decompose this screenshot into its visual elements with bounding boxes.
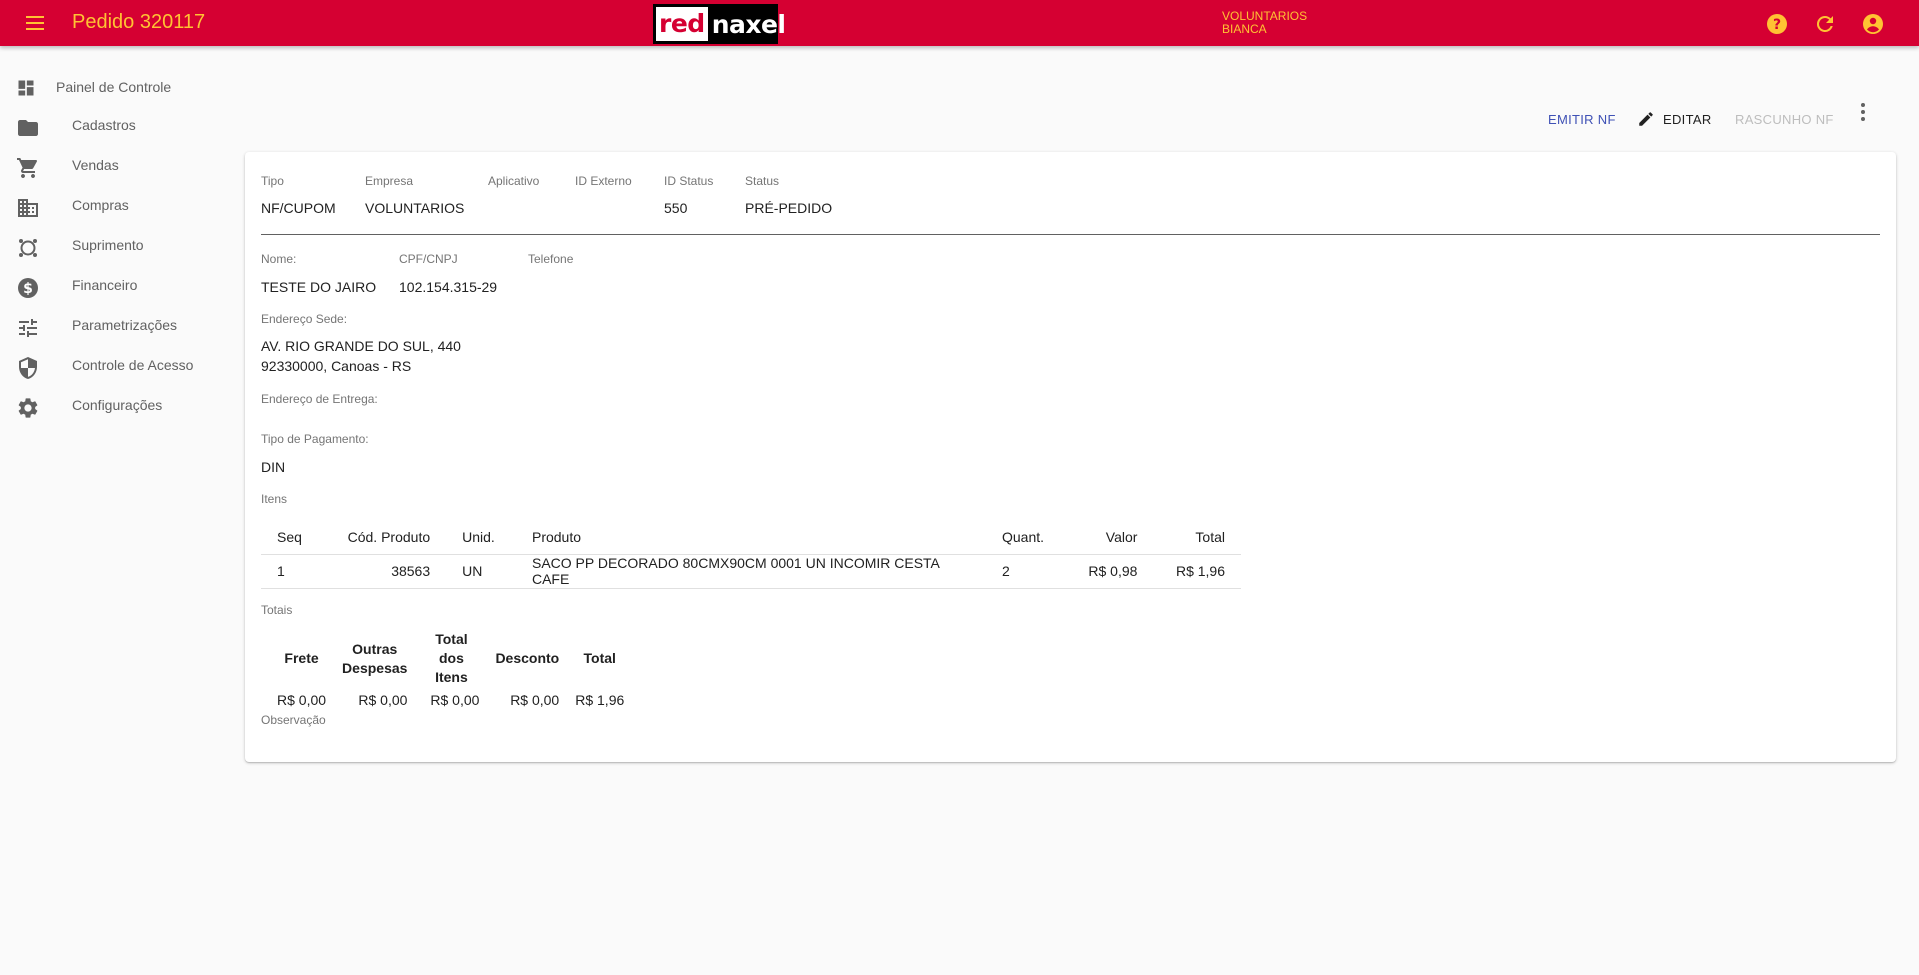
menu-icon[interactable] [22, 13, 48, 33]
edit-button[interactable]: EDITAR [1637, 101, 1712, 137]
totals-row: R$ 0,00 R$ 0,00 R$ 0,00 R$ 0,00 R$ 1,96 [269, 687, 632, 713]
tipo-value: NF/CUPOM [261, 200, 336, 216]
status-label: Status [745, 174, 780, 188]
pencil-icon [1639, 112, 1653, 126]
cell-total: R$ 1,96 [1153, 554, 1241, 589]
divider [261, 234, 1880, 235]
svg-text:$: $ [23, 281, 33, 297]
cart-icon [17, 158, 38, 178]
sidebar-item-controle-acesso[interactable]: Controle de Acesso [0, 348, 240, 384]
refresh-icon[interactable] [1813, 12, 1837, 36]
page-title: Pedido 320117 [72, 11, 206, 33]
cell-quant: 2 [985, 554, 1066, 589]
dollar-icon: $ [18, 278, 38, 298]
sidebar-item-cadastros[interactable]: Cadastros [0, 108, 240, 144]
col-unid: Unid. [446, 520, 516, 555]
col-valor: Valor [1065, 520, 1154, 555]
cell-unid: UN [446, 554, 516, 589]
business-icon [18, 199, 38, 217]
status-value: PRÉ-PEDIDO [745, 200, 833, 216]
sidebar-item-vendas[interactable]: Vendas [0, 148, 240, 184]
endereco-sede-label: Endereço Sede: [261, 312, 348, 326]
id-externo-label: ID Externo [575, 174, 632, 188]
svg-text:?: ? [1773, 17, 1781, 33]
sidebar-item-painel[interactable]: Painel de Controle [0, 70, 240, 106]
draft-nf-button[interactable]: RASCUNHO NF [1735, 101, 1834, 137]
folder-icon [18, 120, 38, 136]
endereco-entrega-label: Endereço de Entrega: [261, 392, 378, 406]
total-outras-header: Outras Despesas [342, 640, 408, 676]
cell-cod-produto: 38563 [322, 554, 447, 589]
pagamento-value: DIN [261, 459, 286, 475]
help-icon[interactable]: ? [1765, 12, 1789, 36]
totais-label: Totais [261, 603, 293, 617]
sidebar-item-compras[interactable]: Compras [0, 188, 240, 224]
observacao-label: Observação [261, 713, 326, 727]
sidebar-item-financeiro[interactable]: $ Financeiro [0, 268, 240, 304]
shield-icon [19, 357, 37, 379]
more-vert-icon[interactable] [1851, 100, 1875, 124]
order-card: Tipo NF/CUPOM Empresa VOLUNTARIOS Aplica… [245, 152, 1896, 762]
total-total-header: Total [583, 650, 616, 666]
user-info: VOLUNTARIOS BIANCA [1222, 10, 1307, 36]
pagamento-label: Tipo de Pagamento: [261, 432, 369, 446]
nome-value: TESTE DO JAIRO [261, 279, 377, 295]
account-icon[interactable] [1861, 12, 1885, 36]
col-produto: Produto [515, 520, 986, 555]
sidebar-item-configuracoes[interactable]: Configurações [0, 388, 240, 424]
total-desconto-value: R$ 0,00 [510, 692, 560, 708]
sidebar-item-suprimento[interactable]: Suprimento [0, 228, 240, 264]
tune-icon [19, 319, 37, 337]
cell-valor: R$ 0,98 [1065, 554, 1154, 589]
total-total-value: R$ 1,96 [575, 692, 625, 708]
endereco-sede-line2: 92330000, Canoas - RS [261, 358, 412, 374]
logo: red naxel [653, 4, 786, 44]
tipo-label: Tipo [261, 174, 284, 188]
col-total: Total [1153, 520, 1241, 555]
cpf-value: 102.154.315-29 [399, 279, 498, 295]
total-desconto-header: Desconto [495, 650, 560, 666]
items-table: Seq Cód. Produto Unid. Produto Quant. Va… [261, 520, 1241, 589]
totals-table: Frete Outras Despesas Total dos Itens De… [269, 630, 632, 713]
sidebar-item-parametrizacoes[interactable]: Parametrizações [0, 308, 240, 344]
aplicativo-label: Aplicativo [488, 174, 540, 188]
col-quant: Quant. [985, 520, 1066, 555]
col-cod-produto: Cód. Produto [322, 520, 447, 555]
total-itens-header: Total dos Itens [435, 631, 468, 685]
cell-seq: 1 [261, 554, 323, 589]
emit-nf-button[interactable]: EMITIR NF [1548, 101, 1616, 137]
id-status-value: 550 [664, 200, 688, 216]
total-itens-value: R$ 0,00 [430, 692, 480, 708]
total-frete-header: Frete [284, 650, 319, 666]
col-seq: Seq [261, 520, 323, 555]
items-header-row: Seq Cód. Produto Unid. Produto Quant. Va… [261, 520, 1241, 555]
dashboard-icon [18, 80, 34, 96]
totals-header-row: Frete Outras Despesas Total dos Itens De… [269, 630, 632, 687]
cell-produto: SACO PP DECORADO 80CMX90CM 0001 UN INCOM… [515, 554, 986, 589]
total-outras-value: R$ 0,00 [358, 692, 408, 708]
endereco-sede-line1: AV. RIO GRANDE DO SUL, 440 [261, 338, 461, 354]
cpf-label: CPF/CNPJ [399, 252, 458, 266]
nome-label: Nome: [261, 252, 297, 266]
empresa-label: Empresa [365, 174, 414, 188]
user-name: BIANCA [1222, 22, 1267, 36]
total-frete-value: R$ 0,00 [277, 692, 327, 708]
itens-label: Itens [261, 492, 288, 506]
telefone-label: Telefone [528, 252, 574, 266]
table-row: 1 38563 UN SACO PP DECORADO 80CMX90CM 00… [261, 554, 1241, 589]
id-status-label: ID Status [664, 174, 714, 188]
gear-icon [18, 398, 38, 418]
top-toolbar: Pedido 320117 red naxel VOLUNTARIOS BIANC… [0, 0, 1919, 46]
supply-icon [19, 239, 37, 257]
empresa-value: VOLUNTARIOS [365, 200, 465, 216]
